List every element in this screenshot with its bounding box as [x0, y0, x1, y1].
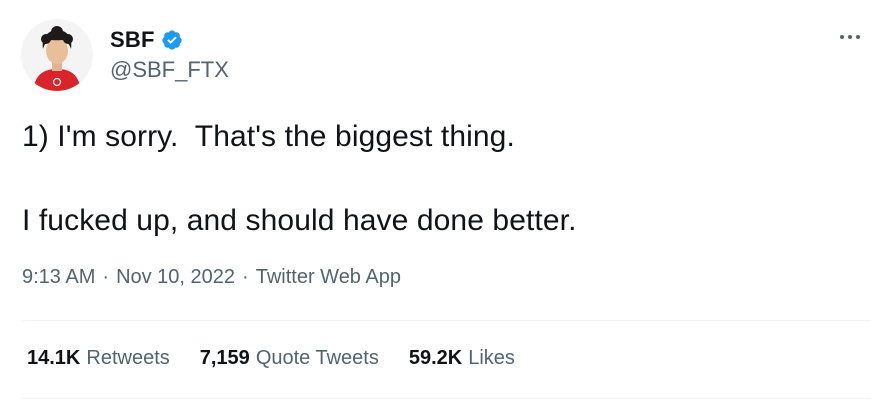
likes-count: 59.2K — [408, 347, 463, 369]
quote-tweets-count: 7,159 — [199, 347, 250, 369]
tweet-date[interactable]: Nov 10, 2022 — [116, 266, 235, 289]
avatar-image — [21, 19, 93, 91]
verified-badge-icon — [161, 29, 183, 51]
quote-tweets-stat[interactable]: 7,159 Quote Tweets — [200, 347, 379, 370]
tweet-card: SBF @SBF_FTX 1) I'm sorry. That's the bi… — [0, 0, 891, 408]
author-handle[interactable]: @SBF_FTX — [110, 57, 229, 83]
tweet-meta: 9:13 AM · Nov 10, 2022 · Twitter Web App — [22, 266, 401, 289]
more-horizontal-icon — [840, 35, 860, 39]
quote-tweets-label: Quote Tweets — [255, 347, 379, 369]
tweet-text-line: 1) I'm sorry. That's the biggest thing. — [22, 120, 515, 153]
likes-stat[interactable]: 59.2K Likes — [409, 347, 515, 370]
divider — [22, 320, 871, 321]
retweets-label: Retweets — [86, 347, 170, 369]
divider — [22, 398, 871, 399]
tweet-source[interactable]: Twitter Web App — [256, 266, 401, 289]
more-options-button[interactable] — [835, 22, 865, 52]
author-name-row: SBF — [110, 27, 183, 53]
likes-label: Likes — [468, 347, 515, 369]
tweet-text: 1) I'm sorry. That's the biggest thing. … — [22, 116, 862, 242]
tweet-time[interactable]: 9:13 AM — [22, 266, 95, 289]
meta-separator: · — [242, 266, 249, 288]
display-name[interactable]: SBF — [110, 27, 155, 53]
tweet-text-line: I fucked up, and should have done better… — [22, 204, 577, 237]
retweets-stat[interactable]: 14.1K Retweets — [27, 347, 170, 370]
meta-separator: · — [102, 266, 110, 288]
tweet-stats: 14.1K Retweets 7,159 Quote Tweets 59.2K … — [27, 347, 545, 370]
avatar[interactable] — [21, 19, 93, 91]
retweets-count: 14.1K — [27, 347, 81, 369]
